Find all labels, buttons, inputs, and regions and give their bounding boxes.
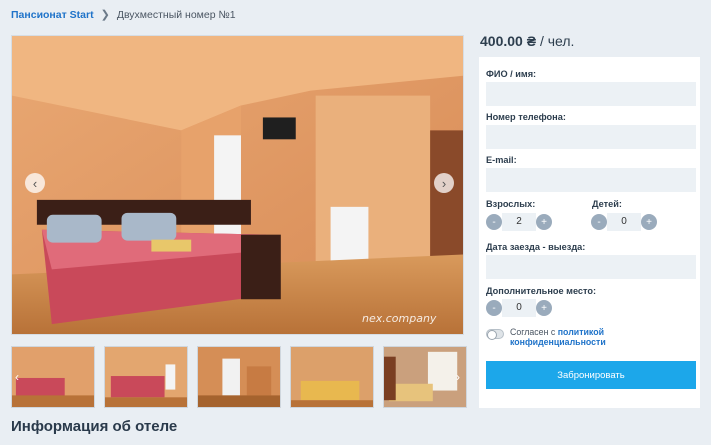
chevron-right-icon: ❯: [100, 9, 110, 21]
thumbs-next-button[interactable]: ›: [452, 369, 464, 385]
booking-form: ФИО / имя: Номер телефона: E-mail: Взрос…: [479, 57, 700, 408]
children-plus-button[interactable]: +: [641, 214, 657, 230]
gallery-next-button[interactable]: ›: [434, 173, 454, 193]
privacy-toggle[interactable]: [486, 329, 504, 340]
dates-field[interactable]: [486, 255, 696, 279]
children-value[interactable]: 0: [607, 213, 641, 231]
extra-minus-button[interactable]: -: [486, 300, 502, 316]
dates-label: Дата заезда - выезда:: [486, 242, 586, 252]
children-stepper: - 0 +: [591, 213, 657, 231]
price-unit: / чел.: [536, 33, 575, 49]
book-button[interactable]: Забронировать: [486, 361, 696, 389]
adults-stepper: - 2 +: [486, 213, 552, 231]
chevron-right-icon: ›: [441, 175, 447, 191]
room-photo: [12, 36, 463, 334]
email-field[interactable]: [486, 168, 696, 192]
thumbnail-strip: ‹ ›: [11, 346, 467, 409]
adults-label: Взрослых:: [486, 199, 536, 209]
name-field[interactable]: [486, 82, 696, 106]
thumbnail[interactable]: [104, 346, 188, 408]
thumbnail[interactable]: [290, 346, 374, 408]
watermark: nex.company: [362, 312, 437, 325]
chevron-right-icon: ›: [456, 370, 460, 384]
breadcrumb-home-link[interactable]: Пансионат Start: [11, 9, 94, 21]
section-title: Информация об отеле: [11, 418, 178, 435]
thumbnail[interactable]: [11, 346, 95, 408]
phone-field[interactable]: [486, 125, 696, 149]
extra-value[interactable]: 0: [502, 299, 536, 317]
gallery-prev-button[interactable]: ‹: [25, 173, 45, 193]
chevron-left-icon: ‹: [15, 370, 19, 384]
thumbs-prev-button[interactable]: ‹: [11, 369, 23, 385]
extra-bed-label: Дополнительное место:: [486, 286, 597, 296]
chevron-left-icon: ‹: [32, 175, 38, 191]
children-minus-button[interactable]: -: [591, 214, 607, 230]
children-label: Детей:: [592, 199, 622, 209]
adults-minus-button[interactable]: -: [486, 214, 502, 230]
extra-plus-button[interactable]: +: [536, 300, 552, 316]
thumbnail[interactable]: [197, 346, 281, 408]
price-amount: 400.00 ₴: [480, 33, 537, 49]
adults-plus-button[interactable]: +: [536, 214, 552, 230]
consent-text: Согласен с: [510, 327, 558, 337]
email-label: E-mail:: [486, 155, 517, 165]
price: 400.00 ₴ / чел.: [480, 33, 574, 49]
name-label: ФИО / имя:: [486, 69, 537, 79]
breadcrumb-current: Двухместный номер №1: [116, 8, 236, 21]
breadcrumb: Пансионат Start ❯ Двухместный номер №1: [11, 8, 236, 22]
adults-value[interactable]: 2: [502, 213, 536, 231]
extra-bed-stepper: - 0 +: [486, 299, 552, 317]
consent-text-wrap: Согласен с политикой конфиденциальности: [510, 327, 700, 347]
phone-label: Номер телефона:: [486, 112, 566, 122]
privacy-consent: Согласен с политикой конфиденциальности: [486, 327, 700, 347]
main-photo-gallery[interactable]: ‹ › nex.company: [11, 35, 464, 335]
